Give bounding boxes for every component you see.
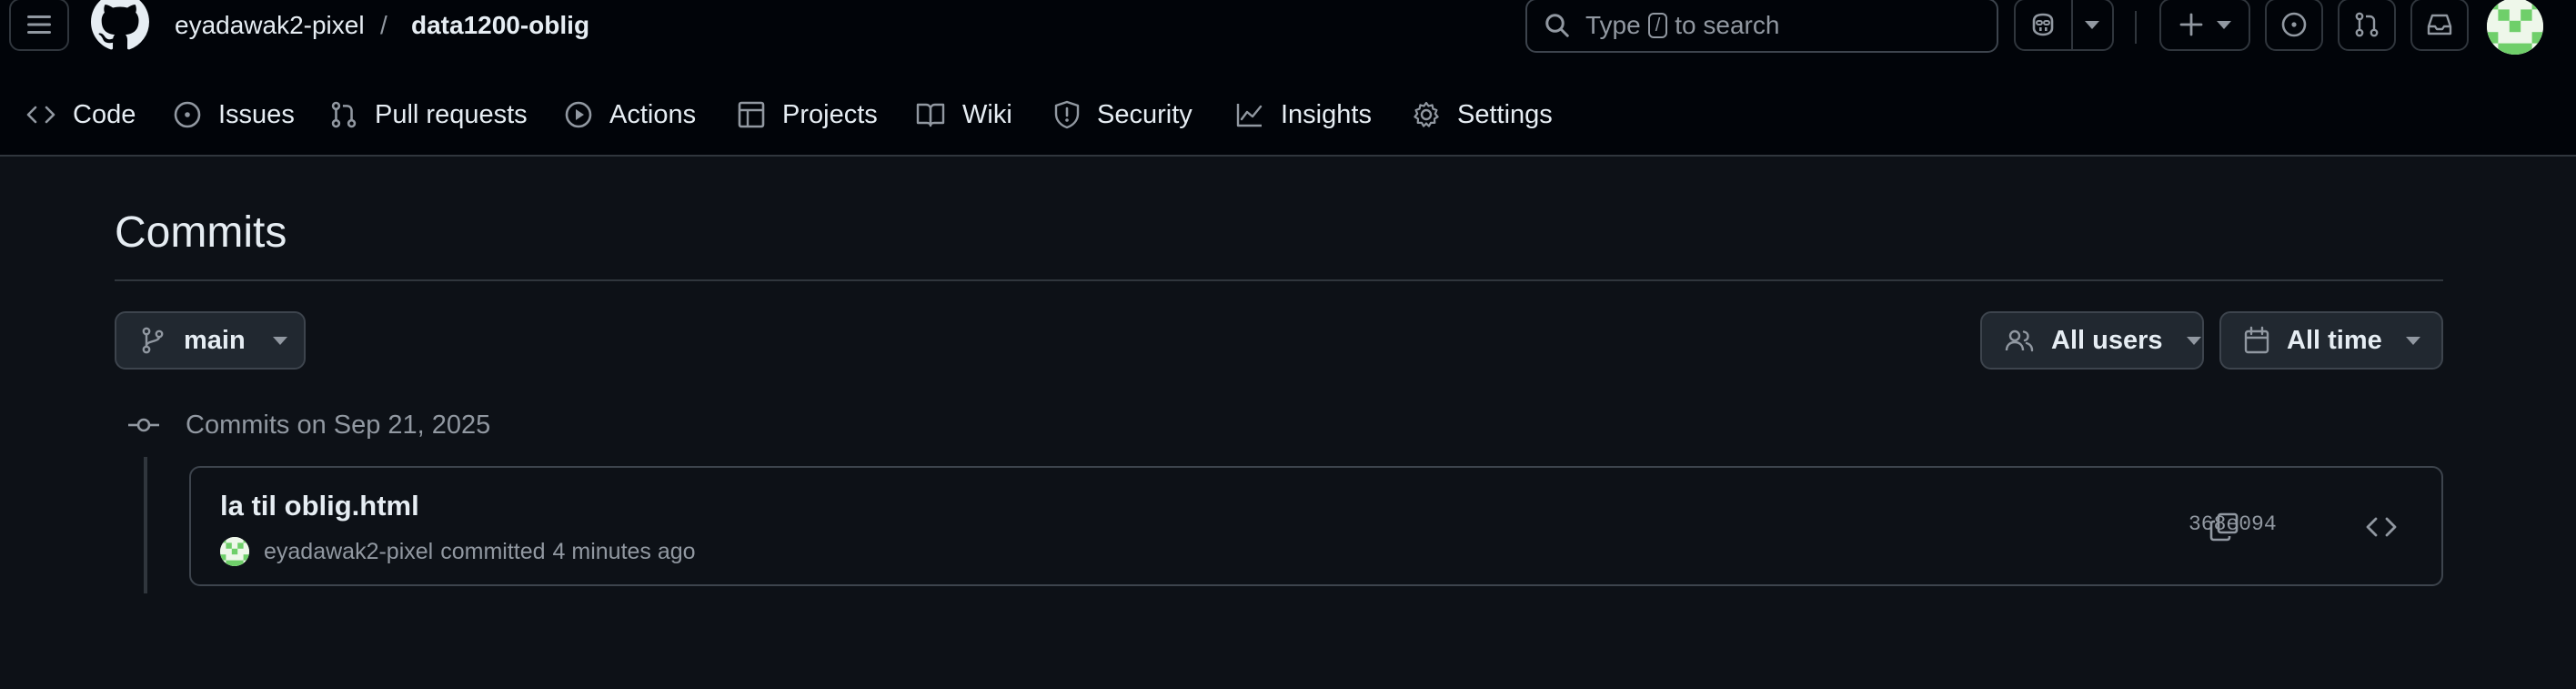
identicon-icon [2487,0,2543,55]
tab-label: Wiki [962,99,1012,129]
commit-time: 4 minutes ago [552,538,696,564]
chevron-down-icon [2405,336,2420,345]
issue-opened-icon [174,101,201,128]
tab-insights[interactable]: Insights [1235,91,1372,138]
pull-requests-button[interactable] [2338,0,2396,51]
tab-actions[interactable]: Actions [564,91,696,138]
copilot-dropdown-button[interactable] [2073,0,2112,50]
tab-projects[interactable]: Projects [737,91,878,138]
table-icon [738,101,765,128]
inbox-button[interactable] [2410,0,2469,51]
time-filter-label: All time [2287,325,2382,355]
graph-icon [1236,104,1263,127]
commit-row [189,466,2443,586]
chevron-down-icon [2085,20,2100,29]
user-filter-button[interactable]: All users [1980,311,2204,370]
user-filter-label: All users [2051,325,2163,355]
tab-issues[interactable]: Issues [173,91,295,138]
author-avatar[interactable] [220,537,249,566]
tab-label: Issues [218,99,295,129]
top-bar: eyadawak2-pixel / data1200-oblig Type / … [0,0,2576,55]
people-icon [2005,329,2034,352]
git-pull-request-icon [2355,12,2379,37]
search-shortcut-key: / [1647,13,1668,38]
divider [2135,11,2137,44]
commit-sha-link[interactable]: 368e094 [2189,512,2277,536]
commit-message-link[interactable]: la til oblig.html [220,488,419,524]
search-placeholder-suffix: to search [1675,11,1780,39]
browse-code-icon[interactable] [2365,515,2398,539]
commit-group-date: Commits on Sep 21, 2025 [186,410,491,440]
identicon-icon [220,537,249,566]
tab-wiki[interactable]: Wiki [915,91,1012,138]
tab-settings[interactable]: Settings [1412,91,1553,138]
play-icon [565,101,592,128]
tab-label: Actions [609,99,697,129]
timeline-line [144,457,147,593]
commit-meta: eyadawak2-pixel committed 4 minutes ago [220,537,696,566]
git-branch-icon [142,327,164,354]
github-logo-icon[interactable] [91,0,149,51]
commit-group-heading: Commits on Sep 21, 2025 [127,407,490,443]
commit-author-link[interactable]: eyadawak2-pixel [264,539,433,565]
title-divider [115,279,2443,281]
hamburger-icon [27,15,51,34]
book-icon [916,103,945,127]
branch-name: main [184,325,246,355]
commit-action: committed [440,538,546,564]
chevron-down-icon [272,336,287,345]
tab-code[interactable]: Code [25,91,136,138]
tab-pull-requests[interactable]: Pull requests [329,91,528,138]
page-title: Commits [115,208,287,257]
search-input[interactable]: Type / to search [1525,0,1998,53]
tab-security[interactable]: Security [1053,91,1192,138]
code-icon [26,106,55,124]
issue-opened-icon [2281,12,2307,37]
plus-icon [2179,13,2203,36]
copilot-button-group [2014,0,2114,51]
create-new-button[interactable] [2159,0,2250,51]
repo-owner-link[interactable]: eyadawak2-pixel [175,9,365,42]
tab-label: Projects [782,99,878,129]
branch-selector-button[interactable]: main [115,311,306,370]
search-icon [1545,14,1569,37]
breadcrumb-separator: / [380,11,387,39]
shield-icon [1054,100,1080,129]
user-avatar[interactable] [2487,0,2543,55]
inbox-icon [2427,14,2452,35]
app-header: eyadawak2-pixel / data1200-oblig Type / … [0,0,2576,157]
git-pull-request-icon [331,101,357,128]
repo-tabs: Code Issues Pull requests Actions Projec… [0,91,2576,138]
time-filter-button[interactable]: All time [2219,311,2443,370]
chevron-down-icon [2217,20,2231,29]
tab-label: Pull requests [375,99,528,129]
git-commit-icon [128,418,159,432]
issues-button[interactable] [2265,0,2323,51]
tab-label: Security [1097,99,1192,129]
menu-button[interactable] [9,0,69,51]
tab-label: Insights [1281,99,1372,129]
repo-name-link[interactable]: data1200-oblig [411,9,589,42]
copilot-button[interactable] [2016,0,2073,50]
gear-icon [1414,101,1439,127]
chevron-down-icon [2186,336,2201,345]
calendar-icon [2244,326,2269,354]
copilot-icon [2033,13,2054,36]
tab-label: Settings [1457,99,1553,129]
tab-label: Code [73,99,136,129]
search-placeholder-prefix: Type [1585,11,1641,39]
